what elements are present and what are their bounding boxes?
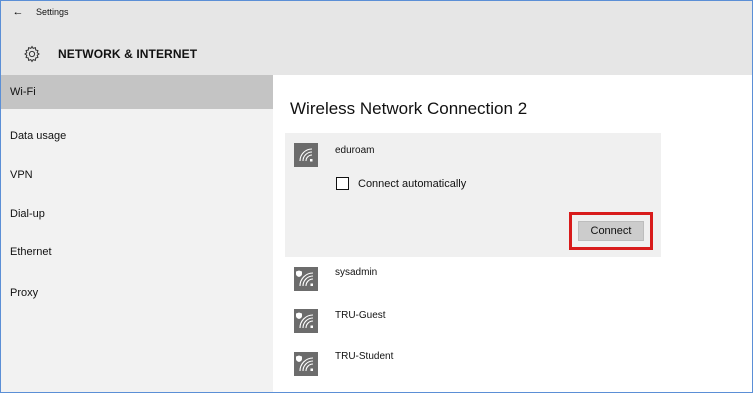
sidebar-item-label: Wi-Fi xyxy=(10,86,36,98)
connect-highlight-box: Connect xyxy=(569,212,653,250)
network-item-sysadmin[interactable]: sysadmin xyxy=(285,260,661,300)
title-bar: ← Settings xyxy=(1,1,69,23)
gear-icon xyxy=(23,45,41,63)
connect-automatically-checkbox[interactable]: Connect automatically xyxy=(336,177,466,190)
checkbox-box[interactable] xyxy=(336,177,349,190)
back-arrow-icon: ← xyxy=(12,6,24,18)
network-name: TRU-Student xyxy=(335,351,394,362)
sidebar-item-data-usage[interactable]: Data usage xyxy=(1,119,273,153)
sidebar: Wi-Fi Data usage VPN Dial-up Ethernet Pr… xyxy=(1,75,273,392)
network-name: TRU-Guest xyxy=(335,310,386,321)
network-card-expanded[interactable]: eduroam Connect automatically Connect xyxy=(285,133,661,257)
wifi-icon xyxy=(294,143,318,167)
network-name: sysadmin xyxy=(335,267,378,278)
wifi-secured-icon xyxy=(294,267,318,291)
settings-window: ← Settings NETWORK & INTERNET Wi-Fi Data… xyxy=(0,0,753,393)
sidebar-item-label: VPN xyxy=(10,169,33,181)
sidebar-item-dial-up[interactable]: Dial-up xyxy=(1,197,273,231)
network-item-tru-guest[interactable]: TRU-Guest xyxy=(285,302,661,342)
back-button[interactable]: ← xyxy=(6,1,30,23)
sidebar-item-label: Proxy xyxy=(10,287,39,299)
sidebar-item-ethernet[interactable]: Ethernet xyxy=(1,235,273,269)
sidebar-item-proxy[interactable]: Proxy xyxy=(1,276,273,310)
sidebar-item-vpn[interactable]: VPN xyxy=(1,158,273,192)
section-title: NETWORK & INTERNET xyxy=(58,47,198,61)
sidebar-item-label: Dial-up xyxy=(10,208,45,220)
page-title: Wireless Network Connection 2 xyxy=(290,99,528,118)
section-header: NETWORK & INTERNET xyxy=(1,41,197,67)
network-item-tru-student[interactable]: TRU-Student xyxy=(285,345,661,385)
sidebar-item-label: Data usage xyxy=(10,130,67,142)
sidebar-item-label: Ethernet xyxy=(10,246,52,258)
checkbox-label: Connect automatically xyxy=(358,177,467,190)
connect-button[interactable]: Connect xyxy=(578,221,644,241)
wifi-secured-icon xyxy=(294,352,318,376)
network-name: eduroam xyxy=(335,145,375,156)
wifi-secured-icon xyxy=(294,309,318,333)
app-title: Settings xyxy=(36,7,69,17)
sidebar-item-wifi[interactable]: Wi-Fi xyxy=(1,75,273,109)
header: ← Settings NETWORK & INTERNET xyxy=(1,1,752,75)
main-content: Wireless Network Connection 2 eduroam Co… xyxy=(273,75,752,392)
